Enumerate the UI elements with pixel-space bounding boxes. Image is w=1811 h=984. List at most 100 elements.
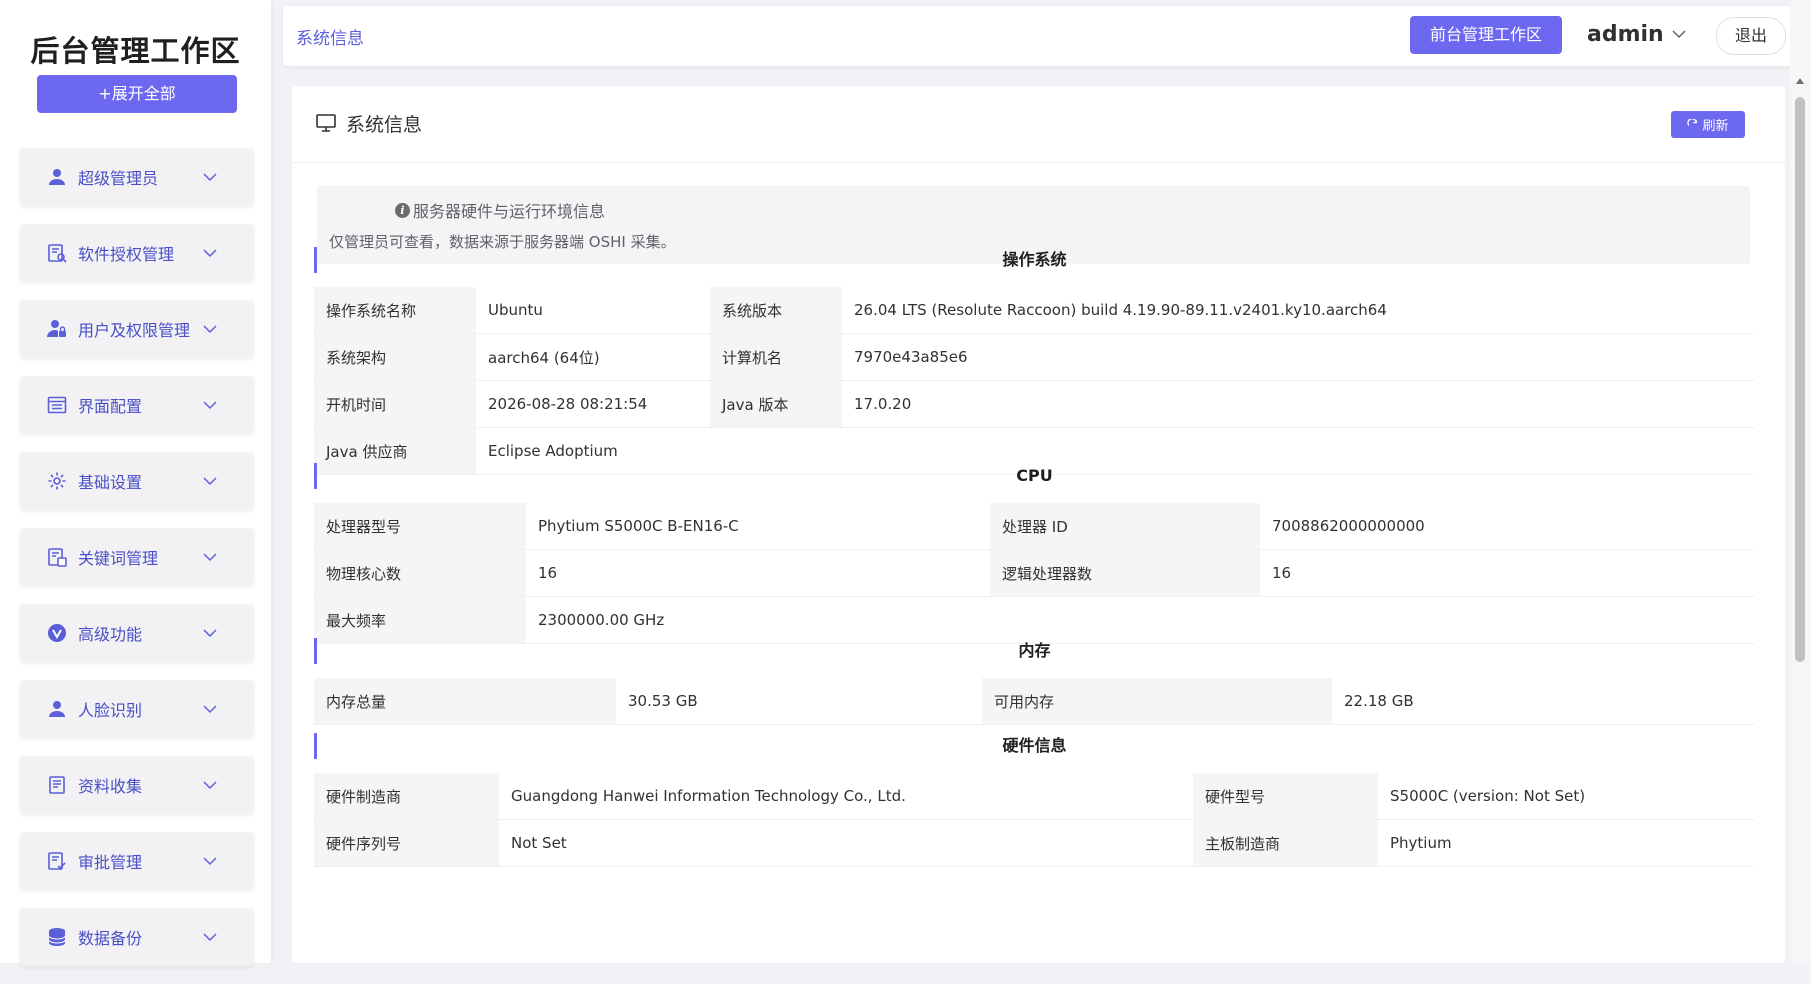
- sidebar-item-basic-settings[interactable]: 基础设置: [20, 452, 254, 510]
- hardware-section: 硬件信息 硬件制造商 Guangdong Hanwei Information T…: [314, 723, 1755, 867]
- chevron-down-icon: [203, 705, 217, 714]
- section-title: 操作系统: [314, 237, 1755, 287]
- section-title: CPU: [314, 453, 1755, 503]
- card-header: 系统信息 刷新: [292, 86, 1785, 163]
- field-label: 内存总量: [314, 678, 616, 725]
- table-row: 内存总量 30.53 GB 可用内存 22.18 GB: [314, 678, 1755, 725]
- field-value: Not Set: [499, 819, 1193, 867]
- chevron-down-icon[interactable]: [1671, 26, 1687, 42]
- cpu-section: CPU 处理器型号 Phytium S5000C B-EN16-C 处理器 ID 70…: [314, 453, 1755, 644]
- chevron-down-icon: [203, 933, 217, 942]
- field-value: 26.04 LTS (Resolute Raccoon) build 4.19.…: [842, 287, 1755, 334]
- sidebar-item-face-recognition[interactable]: 人脸识别: [20, 680, 254, 738]
- expand-all-button[interactable]: +展开全部: [37, 75, 237, 113]
- check-badge-icon: [46, 622, 68, 644]
- refresh-label: 刷新: [1702, 119, 1729, 134]
- field-label: 物理核心数: [314, 549, 526, 597]
- field-label: 开机时间: [314, 380, 476, 428]
- document-icon: [46, 774, 68, 796]
- card-title: 系统信息: [346, 114, 423, 136]
- os-table: 操作系统名称 Ubuntu 系统版本 26.04 LTS (Resolute Racc…: [314, 287, 1755, 475]
- hardware-table: 硬件制造商 Guangdong Hanwei Information Techno…: [314, 773, 1755, 867]
- field-value: 17.0.20: [842, 380, 1755, 428]
- field-value: 16: [526, 549, 990, 597]
- field-label: 硬件型号: [1193, 773, 1378, 820]
- sidebar-item-backup[interactable]: 数据备份: [20, 908, 254, 966]
- chevron-down-icon: [203, 553, 217, 562]
- memory-table: 内存总量 30.53 GB 可用内存 22.18 GB: [314, 678, 1755, 725]
- sidebar-item-super-admin[interactable]: 超级管理员: [20, 148, 254, 206]
- sidebar-menu: 超级管理员 软件授权管理 用户及权限管理 界面配置 基础设置 关键词管理 高级功…: [20, 148, 254, 984]
- top-header: 系统信息 前台管理工作区 admin 退出: [283, 6, 1798, 66]
- info-icon: i: [395, 202, 410, 218]
- field-label: 可用内存: [982, 678, 1332, 725]
- table-row: 处理器型号 Phytium S5000C B-EN16-C 处理器 ID 700886…: [314, 503, 1755, 550]
- chevron-down-icon: [203, 249, 217, 258]
- field-label: 系统架构: [314, 333, 476, 381]
- field-label: 逻辑处理器数: [990, 549, 1260, 597]
- field-label: 系统版本: [710, 287, 842, 334]
- sidebar-item-user-permissions[interactable]: 用户及权限管理: [20, 300, 254, 358]
- field-label: 主板制造商: [1193, 819, 1378, 867]
- user-menu[interactable]: admin: [1587, 22, 1664, 47]
- refresh-button[interactable]: 刷新: [1671, 111, 1745, 138]
- sidebar-item-data-collection[interactable]: 资料收集: [20, 756, 254, 814]
- page-scrollbar[interactable]: [1790, 0, 1811, 963]
- monitor-icon: [316, 114, 336, 132]
- layout-icon: [46, 394, 68, 416]
- field-label: 计算机名: [710, 333, 842, 381]
- section-title: 内存: [314, 628, 1755, 678]
- sidebar-item-label: 界面配置: [78, 397, 143, 416]
- sidebar-item-advanced[interactable]: 高级功能: [20, 604, 254, 662]
- field-value: 22.18 GB: [1332, 678, 1755, 725]
- field-label: 处理器 ID: [990, 503, 1260, 550]
- field-value: Phytium: [1378, 819, 1755, 867]
- database-icon: [46, 926, 68, 948]
- license-icon: [46, 242, 68, 264]
- gear-icon: [46, 470, 68, 492]
- field-value: 7970e43a85e6: [842, 333, 1755, 381]
- field-value: S5000C (version: Not Set): [1378, 773, 1755, 820]
- sidebar-item-license[interactable]: 软件授权管理: [20, 224, 254, 282]
- field-value: 7008862000000000: [1260, 503, 1755, 550]
- sidebar-item-label: 基础设置: [78, 473, 143, 492]
- chevron-down-icon: [203, 173, 217, 182]
- face-user-icon: [46, 698, 68, 720]
- sidebar: 后台管理工作区 +展开全部 超级管理员 软件授权管理 用户及权限管理 界面配置 …: [0, 0, 271, 966]
- field-value: Ubuntu: [476, 287, 710, 334]
- chevron-down-icon: [203, 857, 217, 866]
- field-label: 操作系统名称: [314, 287, 476, 334]
- breadcrumb[interactable]: 系统信息: [296, 24, 364, 49]
- section-title: 硬件信息: [314, 723, 1755, 773]
- cpu-table: 处理器型号 Phytium S5000C B-EN16-C 处理器 ID 700886…: [314, 503, 1755, 644]
- scrollbar-thumb[interactable]: [1795, 97, 1805, 662]
- notice-title: i 服务器硬件与运行环境信息: [395, 198, 605, 222]
- table-row: 硬件序列号 Not Set 主板制造商 Phytium: [314, 819, 1755, 867]
- field-value: 2026-08-28 08:21:54: [476, 380, 710, 428]
- sidebar-item-label: 关键词管理: [78, 549, 159, 568]
- field-value: aarch64 (64位): [476, 333, 710, 381]
- sidebar-item-ui-config[interactable]: 界面配置: [20, 376, 254, 434]
- keyword-icon: [46, 546, 68, 568]
- sidebar-item-label: 资料收集: [78, 777, 143, 796]
- user-lock-icon: [46, 318, 68, 340]
- sidebar-item-label: 超级管理员: [78, 169, 159, 188]
- sidebar-item-label: 高级功能: [78, 625, 143, 644]
- notice-title-text: 服务器硬件与运行环境信息: [413, 202, 606, 221]
- field-value: 30.53 GB: [616, 678, 982, 725]
- table-row: 系统架构 aarch64 (64位) 计算机名 7970e43a85e6: [314, 333, 1755, 381]
- memory-section: 内存 内存总量 30.53 GB 可用内存 22.18 GB: [314, 628, 1755, 725]
- scroll-up-arrow-icon[interactable]: [1796, 78, 1804, 84]
- logout-button[interactable]: 退出: [1716, 17, 1786, 55]
- front-workspace-button[interactable]: 前台管理工作区: [1410, 16, 1562, 54]
- chevron-down-icon: [203, 325, 217, 334]
- sidebar-item-approval[interactable]: 审批管理: [20, 832, 254, 890]
- refresh-icon: [1687, 119, 1698, 126]
- field-label: 处理器型号: [314, 503, 526, 550]
- system-info-card: 系统信息 刷新 i 服务器硬件与运行环境信息 仅管理员可查看，数据来源于服务器端…: [292, 86, 1785, 963]
- sidebar-item-label: 数据备份: [78, 929, 143, 948]
- chevron-down-icon: [203, 629, 217, 638]
- sidebar-item-keywords[interactable]: 关键词管理: [20, 528, 254, 586]
- table-row: 操作系统名称 Ubuntu 系统版本 26.04 LTS (Resolute Racc…: [314, 287, 1755, 334]
- table-row: 开机时间 2026-08-28 08:21:54 Java 版本 17.0.20: [314, 380, 1755, 428]
